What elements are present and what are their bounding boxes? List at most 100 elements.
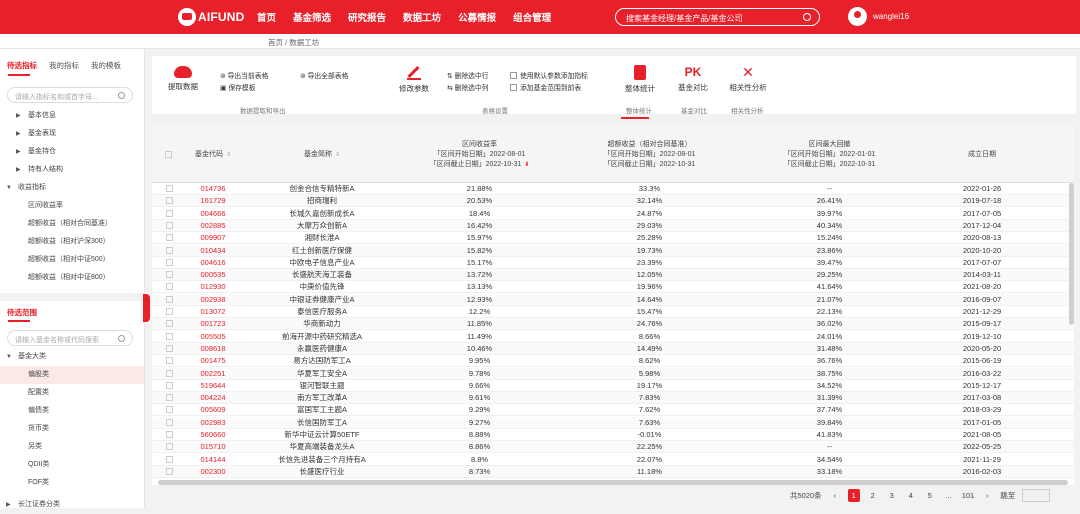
global-search-input[interactable]: 搜索基金经理/基金产品/基金公司: [615, 8, 820, 26]
sidebar-tab-2[interactable]: 我的模板: [91, 60, 121, 71]
add-fund-range-checkbox[interactable]: 添加基金范围到前表: [510, 82, 581, 92]
row-checkbox[interactable]: [166, 418, 173, 426]
fund-code[interactable]: 004224: [184, 392, 242, 404]
row-checkbox[interactable]: [166, 344, 173, 352]
nav-item-2[interactable]: 研究报告: [348, 10, 386, 24]
fund-name[interactable]: 中庚价值先锋: [242, 281, 402, 293]
table-row[interactable]: 001475 易方达国防军工A 9.95% 8.62% 36.76% 2015-06-19: [152, 355, 1074, 368]
fund-name[interactable]: 红土创新医疗保健: [242, 245, 402, 257]
select-all-checkbox[interactable]: [165, 151, 172, 158]
nav-item-4[interactable]: 公募情报: [458, 10, 496, 24]
column-header-excess[interactable]: 超额收益（相对合同基准） 「区间开始日期」2022-08-01 「区间截止日期」20…: [557, 126, 742, 183]
fund-name[interactable]: 永赢医药健康A: [242, 343, 402, 355]
fund-root[interactable]: ▼ 基金大类: [0, 348, 144, 366]
table-row[interactable]: 004616 中欧电子信息产业A 15.17% 23.39% 39.47% 2017-07…: [152, 257, 1074, 269]
fund-compare-button[interactable]: PK 基金对比: [675, 65, 711, 93]
table-row[interactable]: 009907 湘财长淮A 15.97% 25.28% 15.24% 2020-08-13: [152, 232, 1074, 245]
logo[interactable]: AIFUND: [178, 8, 245, 26]
row-checkbox[interactable]: [166, 369, 173, 377]
table-row[interactable]: 002300 长盛医疗行业 8.73% 11.18% 33.18% 2016-02-03: [152, 465, 1074, 478]
row-checkbox[interactable]: [166, 246, 173, 254]
row-checkbox[interactable]: [166, 295, 173, 303]
fund-code[interactable]: 002885: [184, 220, 242, 232]
row-checkbox[interactable]: [166, 406, 173, 414]
fund-code[interactable]: 015710: [184, 441, 242, 453]
delete-rows-button[interactable]: ⇅ 删除选中行: [447, 70, 489, 80]
nav-item-0[interactable]: 首页: [257, 10, 276, 24]
fund-name[interactable]: 银河智联主题: [242, 380, 402, 392]
fund-name[interactable]: 富国军工主题A: [242, 404, 402, 416]
fund-code[interactable]: 009907: [184, 232, 242, 244]
page-button-4[interactable]: 4: [905, 489, 917, 502]
table-row[interactable]: 015710 华夏高端装备龙头A 8.86% 22.25% -- 2022-05-25: [152, 441, 1074, 454]
modify-params-button[interactable]: 修改参数: [396, 66, 432, 94]
table-row[interactable]: 012930 中庚价值先锋 13.13% 19.96% 41.64% 2021-08-20: [152, 281, 1074, 294]
indicator-child-3[interactable]: 超额收益（相对中证500）: [0, 251, 144, 269]
fund-code[interactable]: 013072: [184, 306, 242, 318]
fund-code[interactable]: 005609: [184, 404, 242, 416]
nav-item-1[interactable]: 基金筛选: [293, 10, 331, 24]
checkbox[interactable]: [510, 72, 517, 79]
page-button-2[interactable]: 2: [867, 489, 879, 502]
row-checkbox[interactable]: [166, 381, 173, 389]
table-row[interactable]: 004666 长城久嘉创新成长A 18.4% 24.87% 39.97% 2017-07-…: [152, 208, 1074, 220]
jump-page-input[interactable]: [1022, 489, 1051, 502]
page-button-1[interactable]: 1: [847, 489, 860, 502]
table-row[interactable]: 014144 长信先进装备三个月持有A 8.8% 22.07% 34.54% 2021-1…: [152, 454, 1074, 466]
fund-code[interactable]: 161729: [184, 195, 242, 207]
extract-data-button[interactable]: 提取数据: [166, 66, 200, 92]
table-row[interactable]: 560660 新华中证云计算50ETF 8.88% -0.01% 41.83% 2021-…: [152, 429, 1074, 441]
table-row[interactable]: 001723 华商新动力 11.85% 24.76% 36.02% 2015-09-17: [152, 318, 1074, 331]
indicator-group-1[interactable]: ▶ 基金表现: [0, 125, 144, 143]
fund-more[interactable]: ▶ 长江证券分类: [0, 496, 144, 514]
indicator-search-input[interactable]: 请输入指标名和或首字母...: [7, 87, 133, 103]
fund-name[interactable]: 南方军工改革A: [242, 392, 402, 404]
fund-category-4[interactable]: 另类: [0, 438, 144, 456]
sort-icon[interactable]: ⇕: [335, 152, 340, 158]
fund-code[interactable]: 010434: [184, 245, 242, 257]
indicator-group-0[interactable]: ▶ 基本信息: [0, 107, 144, 125]
overall-stats-button[interactable]: 整体统计: [622, 65, 658, 94]
fund-code[interactable]: 519644: [184, 380, 242, 392]
fund-code[interactable]: 005505: [184, 331, 242, 343]
fund-code[interactable]: 008618: [184, 343, 242, 355]
row-checkbox[interactable]: [166, 308, 173, 315]
row-checkbox[interactable]: [166, 431, 173, 438]
table-row[interactable]: 014736 创金合信专精特新A 21.88% 33.3% -- 2022-01-26: [152, 183, 1074, 195]
fund-category-0[interactable]: 偏股类: [0, 366, 144, 384]
fund-name[interactable]: 中欧电子信息产业A: [242, 257, 402, 269]
table-row[interactable]: 010434 红土创新医疗保健 15.82% 19.73% 23.86% 2020-10-…: [152, 244, 1074, 257]
page-button-5[interactable]: 5: [924, 489, 936, 502]
column-header-return[interactable]: 区间收益率 「区间开始日期」2022-08-01 「区间截止日期」2022-10-3…: [402, 126, 557, 183]
vertical-scrollbar[interactable]: [1069, 183, 1074, 325]
row-checkbox[interactable]: [166, 197, 173, 205]
sidebar-collapse-handle[interactable]: [143, 294, 150, 322]
sort-icon[interactable]: ⇕: [226, 152, 231, 158]
row-checkbox[interactable]: [166, 443, 173, 451]
row-checkbox[interactable]: [166, 209, 173, 217]
row-checkbox[interactable]: [166, 234, 173, 242]
fund-name[interactable]: 华夏军工安全A: [242, 368, 402, 380]
row-checkbox[interactable]: [166, 467, 173, 475]
table-row[interactable]: 519644 银河智联主题 9.66% 19.17% 34.52% 2015-12-17: [152, 380, 1074, 392]
delete-columns-button[interactable]: ⇆ 删除选中列: [447, 82, 489, 92]
column-header-name[interactable]: 基金简称 ⇕: [242, 126, 402, 183]
next-page-button[interactable]: ›: [981, 489, 993, 502]
table-row[interactable]: 002983 长信国防军工A 9.27% 7.63% 39.84% 2017-01-05: [152, 416, 1074, 429]
fund-code[interactable]: 560660: [184, 429, 242, 441]
fund-code[interactable]: 002251: [184, 368, 242, 380]
fund-category-6[interactable]: FOF类: [0, 474, 144, 492]
indicator-child-4[interactable]: 超额收益（相对中证800）: [0, 269, 144, 287]
nav-item-5[interactable]: 组合管理: [513, 10, 551, 24]
column-header-inception[interactable]: 成立日期: [917, 126, 1047, 183]
fund-category-5[interactable]: QDII类: [0, 456, 144, 474]
row-checkbox[interactable]: [166, 221, 173, 229]
table-row[interactable]: 161729 招商瑞利 20.53% 32.14% 26.41% 2019-07-18: [152, 195, 1074, 208]
search-icon[interactable]: [118, 335, 125, 342]
fund-code[interactable]: 001723: [184, 318, 242, 330]
fund-code[interactable]: 014144: [184, 454, 242, 466]
indicator-group-2[interactable]: ▶ 基金持仓: [0, 143, 144, 161]
search-icon[interactable]: [118, 92, 125, 99]
page-button-3[interactable]: 3: [886, 489, 898, 502]
fund-code[interactable]: 014736: [184, 183, 242, 195]
